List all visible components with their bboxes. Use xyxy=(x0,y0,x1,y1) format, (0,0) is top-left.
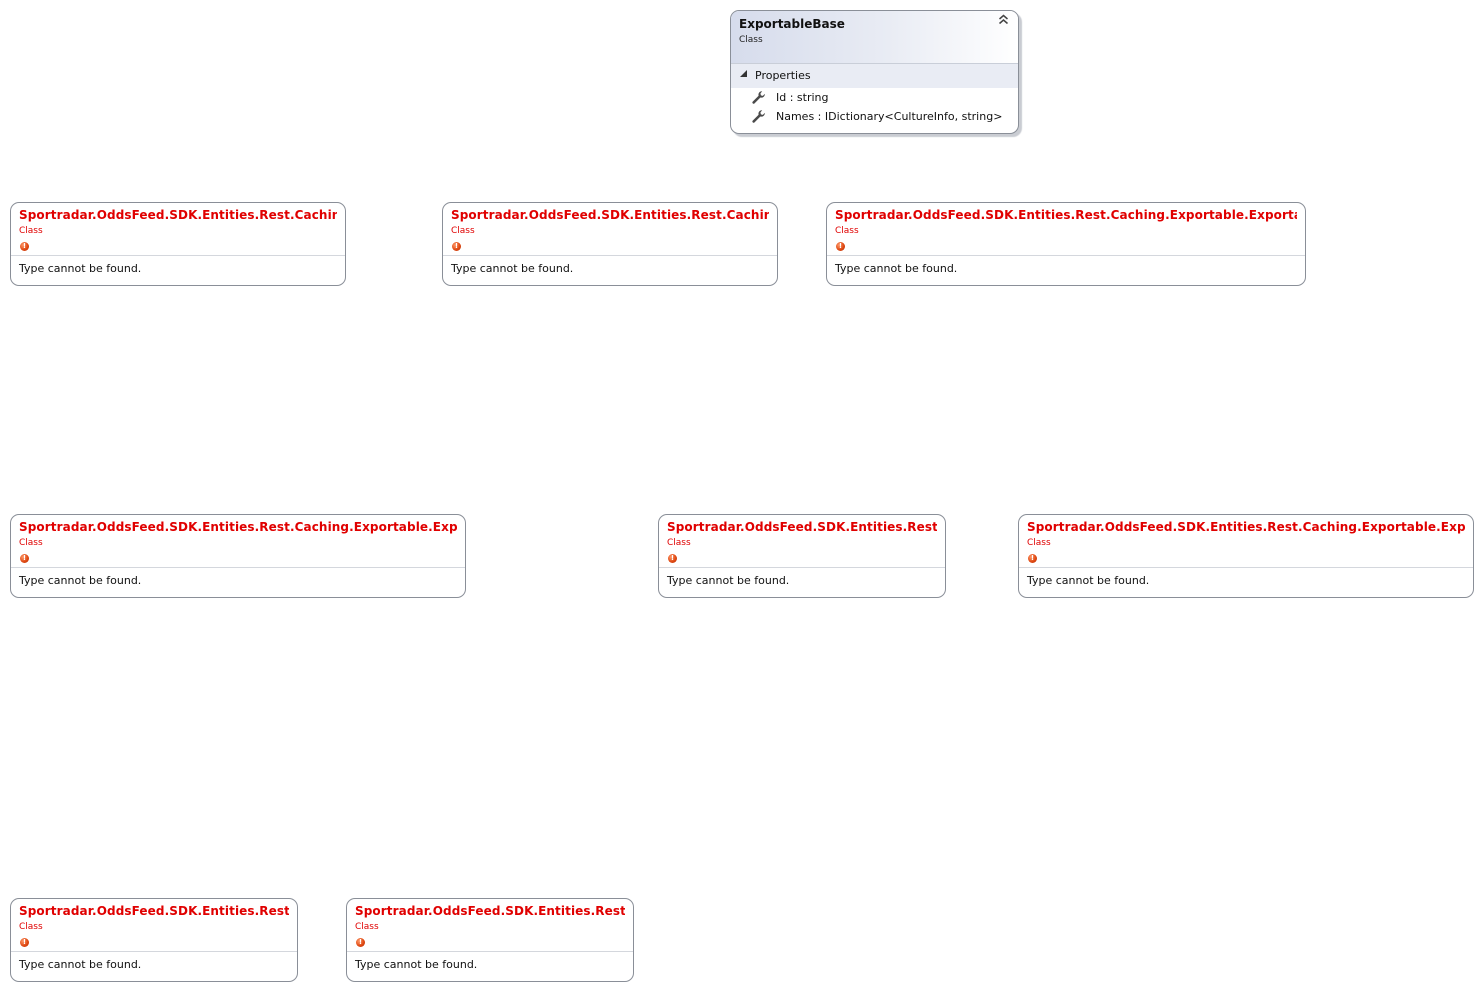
missing-type-kind: Class xyxy=(19,922,43,932)
wrench-icon xyxy=(751,109,767,125)
error-icon: ! xyxy=(668,554,677,563)
error-icon: ! xyxy=(1028,554,1037,563)
missing-type-kind: Class xyxy=(451,226,475,236)
missing-type-title: Sportradar.OddsFeed.SDK.Entities.Rest.Ca… xyxy=(355,904,625,918)
error-icon: ! xyxy=(452,242,461,251)
class-name: ExportableBase xyxy=(739,17,845,31)
missing-type-message: Type cannot be found. xyxy=(355,958,478,971)
properties-section-header[interactable]: Properties xyxy=(731,64,1018,88)
error-icon: ! xyxy=(20,242,29,251)
divider xyxy=(11,255,345,256)
divider xyxy=(11,567,465,568)
missing-type-shape[interactable]: Sportradar.OddsFeed.SDK.Entities.Rest.Ca… xyxy=(1018,514,1474,598)
missing-type-shape[interactable]: Sportradar.OddsFeed.SDK.Entities.Rest.Ca… xyxy=(658,514,946,598)
divider xyxy=(827,255,1305,256)
missing-type-kind: Class xyxy=(1027,538,1051,548)
missing-type-title: Sportradar.OddsFeed.SDK.Entities.Rest.Ca… xyxy=(19,208,337,222)
missing-type-message: Type cannot be found. xyxy=(667,574,790,587)
divider xyxy=(443,255,777,256)
class-header: ExportableBase Class xyxy=(731,11,1018,64)
expand-triangle-icon[interactable] xyxy=(740,70,747,79)
missing-type-kind: Class xyxy=(835,226,859,236)
missing-type-kind: Class xyxy=(19,226,43,236)
missing-type-shape[interactable]: Sportradar.OddsFeed.SDK.Entities.Rest.Ca… xyxy=(10,202,346,286)
class-shape-exportablebase[interactable]: ExportableBase Class Properties Id : str… xyxy=(730,10,1019,134)
divider xyxy=(347,951,633,952)
divider xyxy=(1019,567,1473,568)
error-icon: ! xyxy=(20,938,29,947)
divider xyxy=(659,567,945,568)
property-text: Names : IDictionary<CultureInfo, string> xyxy=(776,110,1003,123)
missing-type-shape[interactable]: Sportradar.OddsFeed.SDK.Entities.Rest.Ca… xyxy=(346,898,634,982)
property-text: Id : string xyxy=(776,91,829,104)
wrench-icon xyxy=(751,90,767,106)
section-label: Properties xyxy=(755,69,811,82)
error-icon: ! xyxy=(356,938,365,947)
missing-type-title: Sportradar.OddsFeed.SDK.Entities.Rest.Ca… xyxy=(1027,520,1465,534)
missing-type-kind: Class xyxy=(667,538,691,548)
missing-type-kind: Class xyxy=(355,922,379,932)
missing-type-message: Type cannot be found. xyxy=(1027,574,1150,587)
missing-type-message: Type cannot be found. xyxy=(19,958,142,971)
missing-type-shape[interactable]: Sportradar.OddsFeed.SDK.Entities.Rest.Ca… xyxy=(10,898,298,982)
missing-type-title: Sportradar.OddsFeed.SDK.Entities.Rest.Ca… xyxy=(19,520,457,534)
missing-type-message: Type cannot be found. xyxy=(19,262,142,275)
missing-type-shape[interactable]: Sportradar.OddsFeed.SDK.Entities.Rest.Ca… xyxy=(826,202,1306,286)
missing-type-title: Sportradar.OddsFeed.SDK.Entities.Rest.Ca… xyxy=(667,520,937,534)
missing-type-message: Type cannot be found. xyxy=(19,574,142,587)
error-icon: ! xyxy=(20,554,29,563)
missing-type-shape[interactable]: Sportradar.OddsFeed.SDK.Entities.Rest.Ca… xyxy=(10,514,466,598)
missing-type-message: Type cannot be found. xyxy=(835,262,958,275)
collapse-chevron-icon[interactable] xyxy=(998,14,1009,28)
missing-type-title: Sportradar.OddsFeed.SDK.Entities.Rest.Ca… xyxy=(19,904,289,918)
missing-type-kind: Class xyxy=(19,538,43,548)
missing-type-message: Type cannot be found. xyxy=(451,262,574,275)
missing-type-title: Sportradar.OddsFeed.SDK.Entities.Rest.Ca… xyxy=(835,208,1297,222)
error-icon: ! xyxy=(836,242,845,251)
missing-type-title: Sportradar.OddsFeed.SDK.Entities.Rest.Ca… xyxy=(451,208,769,222)
class-kind: Class xyxy=(739,35,763,45)
missing-type-shape[interactable]: Sportradar.OddsFeed.SDK.Entities.Rest.Ca… xyxy=(442,202,778,286)
divider xyxy=(11,951,297,952)
